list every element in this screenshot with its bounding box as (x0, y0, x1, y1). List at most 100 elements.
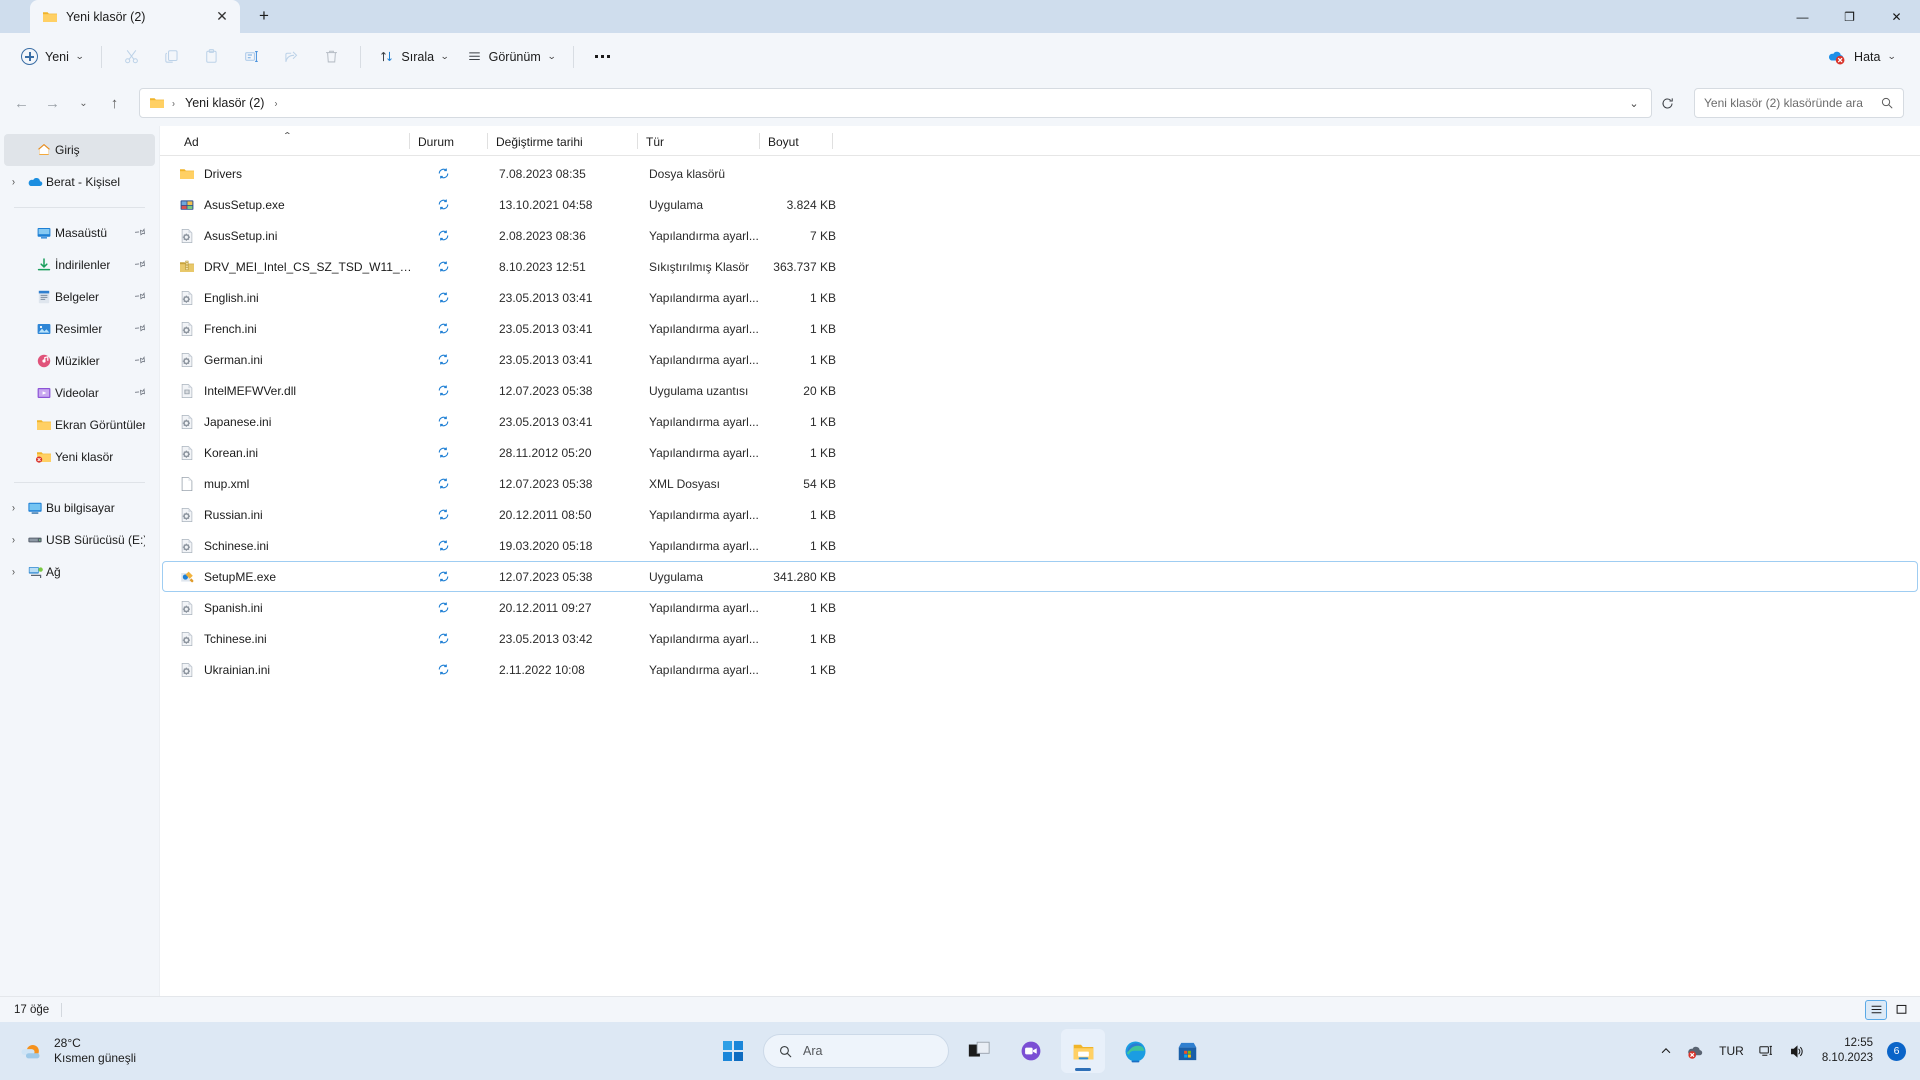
sidebar-item-bu-bilgisayar[interactable]: › Bu bilgisayar (4, 492, 155, 524)
table-row[interactable]: Tchinese.ini 23.05.2013 03:42 Yapılandırma… (162, 623, 1918, 654)
table-row[interactable]: AsusSetup.ini 2.08.2023 08:36 Yapılandırma… (162, 220, 1918, 251)
column-header-size[interactable]: Boyut (760, 126, 833, 155)
large-icons-view-button[interactable] (1890, 1000, 1912, 1020)
table-row[interactable]: Russian.ini 20.12.2011 08:50 Yapılandırma … (162, 499, 1918, 530)
sidebar-item-masa-st[interactable]: Masaüstü (4, 217, 155, 249)
up-button[interactable]: ↑ (99, 88, 130, 119)
column-header-type[interactable]: Tür (638, 126, 760, 155)
sync-status-cell (413, 570, 491, 583)
item-count-label: 17 öğe (14, 1003, 50, 1016)
more-options-button[interactable] (583, 41, 621, 73)
pin-icon[interactable] (131, 320, 148, 338)
table-row[interactable]: IntelMEFWVer.dll 12.07.2023 05:38 Uygulama… (162, 375, 1918, 406)
view-button[interactable]: Görünüm ⌄ (458, 41, 565, 73)
table-row[interactable]: SetupME.exe 12.07.2023 05:38 Uygulama 341.2… (162, 561, 1918, 592)
share-icon (285, 51, 298, 62)
usb-drive-icon (23, 532, 46, 548)
chevron-right-icon[interactable]: › (4, 566, 23, 578)
back-button[interactable]: ← (6, 88, 37, 119)
breadcrumb-item[interactable]: Yeni klasör (2) (179, 93, 270, 113)
table-row[interactable]: German.ini 23.05.2013 03:41 Yapılandırma a… (162, 344, 1918, 375)
paste-button[interactable] (191, 41, 231, 73)
table-row[interactable]: Schinese.ini 19.03.2020 05:18 Yapılandırma… (162, 530, 1918, 561)
sidebar-item-resimler[interactable]: Resimler (4, 313, 155, 345)
table-row[interactable]: Japanese.ini 23.05.2013 03:41 Yapılandırma… (162, 406, 1918, 437)
table-row[interactable]: mup.xml 12.07.2023 05:38 XML Dosyası 54 KB (162, 468, 1918, 499)
sidebar-item-belgeler[interactable]: Belgeler (4, 281, 155, 313)
share-button[interactable] (271, 41, 311, 73)
sidebar-item-usb-s-r-c-s-e[interactable]: › USB Sürücüsü (E:) (4, 524, 155, 556)
notification-badge[interactable]: 6 (1887, 1041, 1906, 1061)
cut-button[interactable] (111, 41, 151, 73)
chevron-right-icon[interactable]: › (4, 534, 23, 546)
column-header-name[interactable]: Ad ⌃ (176, 126, 410, 155)
delete-button[interactable] (311, 41, 351, 73)
column-header-modified[interactable]: Değiştirme tarihi (488, 126, 638, 155)
sidebar-item-a[interactable]: › Ağ (4, 556, 155, 588)
file-explorer-taskbar-button[interactable] (1061, 1029, 1105, 1073)
column-header-status[interactable]: Durum (410, 126, 488, 155)
refresh-button[interactable] (1652, 88, 1683, 119)
search-box[interactable]: Yeni klasör (2) klasöründe ara (1694, 88, 1904, 118)
pin-icon[interactable] (131, 224, 148, 242)
breadcrumb-separator[interactable]: › (272, 97, 279, 109)
chevron-right-icon[interactable]: › (4, 176, 23, 188)
onedrive-tray-button[interactable] (1679, 1032, 1712, 1070)
details-view-button[interactable] (1865, 999, 1887, 1020)
table-row[interactable]: DRV_MEI_Intel_CS_SZ_TSD_W11_64_V231... 8.… (162, 251, 1918, 282)
chat-button[interactable] (1009, 1029, 1053, 1073)
maximize-button[interactable]: ❐ (1826, 0, 1873, 33)
pin-icon[interactable] (131, 384, 148, 402)
language-button[interactable]: TUR (1712, 1032, 1751, 1070)
table-row[interactable]: English.ini 23.05.2013 03:41 Yapılandırma … (162, 282, 1918, 313)
sidebar-item-berat-ki-isel[interactable]: › Berat - Kişisel (4, 166, 155, 198)
table-row[interactable]: Ukrainian.ini 2.11.2022 10:08 Yapılandırma… (162, 654, 1918, 685)
onedrive-status-label: Hata (1854, 49, 1881, 64)
sidebar-item-yeni-klas-r[interactable]: Yeni klasör (4, 441, 155, 473)
tray-expand-button[interactable] (1653, 1032, 1679, 1070)
close-window-button[interactable]: ✕ (1873, 0, 1920, 33)
weather-widget[interactable]: 28°C Kısmen güneşli (0, 1028, 146, 1074)
chevron-down-icon[interactable]: ⌄ (1621, 90, 1647, 116)
new-button[interactable]: Yeni ⌄ (14, 41, 92, 73)
sidebar-item-giri[interactable]: Giriş (4, 134, 155, 166)
table-row[interactable]: Spanish.ini 20.12.2011 09:27 Yapılandırma … (162, 592, 1918, 623)
pin-icon[interactable] (131, 352, 148, 370)
taskbar-search-input[interactable]: Ara (803, 1044, 822, 1058)
sort-button[interactable]: Sırala ⌄ (370, 41, 457, 73)
sidebar-item-m-zikler[interactable]: Müzikler (4, 345, 155, 377)
microsoft-store-button[interactable] (1165, 1029, 1209, 1073)
network-button[interactable] (1751, 1032, 1782, 1070)
onedrive-status-button[interactable]: Hata ⌄ (1819, 41, 1904, 73)
edge-icon (1125, 1041, 1145, 1062)
copy-button[interactable] (151, 41, 191, 73)
table-row[interactable]: Drivers 7.08.2023 08:35 Dosya klasörü (162, 158, 1918, 189)
taskbar-search[interactable]: Ara (763, 1034, 949, 1068)
table-row[interactable]: AsusSetup.exe 13.10.2021 04:58 Uygulama 3.8… (162, 189, 1918, 220)
close-icon[interactable]: ✕ (210, 5, 234, 29)
volume-button[interactable] (1782, 1032, 1813, 1070)
rename-button[interactable] (231, 41, 271, 73)
sidebar-item-ekran-g-r-nt-leri[interactable]: Ekran Görüntüleri (4, 409, 155, 441)
forward-button[interactable]: → (37, 88, 68, 119)
sidebar-item-i-ndirilenler[interactable]: İndirilenler (4, 249, 155, 281)
this-pc-icon (23, 500, 46, 516)
pin-icon[interactable] (131, 256, 148, 274)
address-bar[interactable]: › Yeni klasör (2) › ⌄ (139, 88, 1652, 118)
chevron-right-icon[interactable]: › (4, 502, 23, 514)
task-view-button[interactable] (957, 1029, 1001, 1073)
file-name-cell: AsusSetup.ini (179, 228, 413, 244)
pin-icon[interactable] (131, 288, 148, 306)
edge-button[interactable] (1113, 1029, 1157, 1073)
clock-button[interactable]: 12:55 8.10.2023 (1813, 1032, 1882, 1070)
tab-yeni-klasor-2[interactable]: Yeni klasör (2) ✕ (30, 0, 240, 33)
table-row[interactable]: Korean.ini 28.11.2012 05:20 Yapılandırma a… (162, 437, 1918, 468)
start-button[interactable] (711, 1029, 755, 1073)
onedrive-icon (23, 174, 46, 190)
table-row[interactable]: French.ini 23.05.2013 03:41 Yapılandırma a… (162, 313, 1918, 344)
search-input[interactable]: Yeni klasör (2) klasöründe ara (1704, 96, 1880, 110)
new-tab-button[interactable]: + (248, 2, 280, 30)
minimize-button[interactable]: — (1779, 0, 1826, 33)
recent-locations-button[interactable]: ⌄ (68, 88, 99, 119)
sidebar-item-videolar[interactable]: Videolar (4, 377, 155, 409)
